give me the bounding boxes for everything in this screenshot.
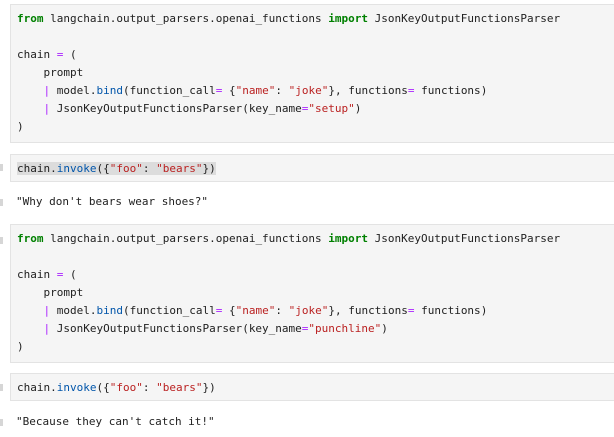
code-line: | JsonKeyOutputFunctionsParser(key_name=… [43, 322, 388, 335]
code-line: ) [17, 340, 24, 353]
code-line: chain.invoke({"foo": "bears"}) [17, 381, 216, 394]
cell-edge-marker [0, 419, 3, 426]
code-line: chain.invoke({"foo": "bears"}) [17, 162, 216, 175]
cell-output-2: "Because they can't catch it!" [16, 415, 215, 428]
code-line: | model.bind(function_call= {"name": "jo… [43, 84, 488, 97]
code-cell-1[interactable]: from langchain.output_parsers.openai_fun… [10, 4, 614, 143]
code-cell-2[interactable]: chain.invoke({"foo": "bears"}) [10, 154, 614, 182]
code-line: chain = ( [17, 48, 77, 61]
code-line: from langchain.output_parsers.openai_fun… [17, 232, 561, 245]
cell-edge-marker [0, 199, 3, 206]
code-line: | JsonKeyOutputFunctionsParser(key_name=… [43, 102, 362, 115]
cell-output-1: "Why don't bears wear shoes?" [16, 195, 209, 208]
code-line: prompt [43, 286, 84, 299]
code-line: from langchain.output_parsers.openai_fun… [17, 12, 561, 25]
cell-edge-marker [0, 164, 3, 171]
code-line: | model.bind(function_call= {"name": "jo… [43, 304, 488, 317]
code-line: prompt [43, 66, 84, 79]
code-line: ) [17, 120, 24, 133]
code-cell-3[interactable]: from langchain.output_parsers.openai_fun… [10, 224, 614, 363]
cell-edge-marker [0, 384, 3, 391]
code-cell-4[interactable]: chain.invoke({"foo": "bears"}) [10, 373, 614, 401]
cell-edge-marker [0, 237, 3, 244]
code-line: chain = ( [17, 268, 77, 281]
